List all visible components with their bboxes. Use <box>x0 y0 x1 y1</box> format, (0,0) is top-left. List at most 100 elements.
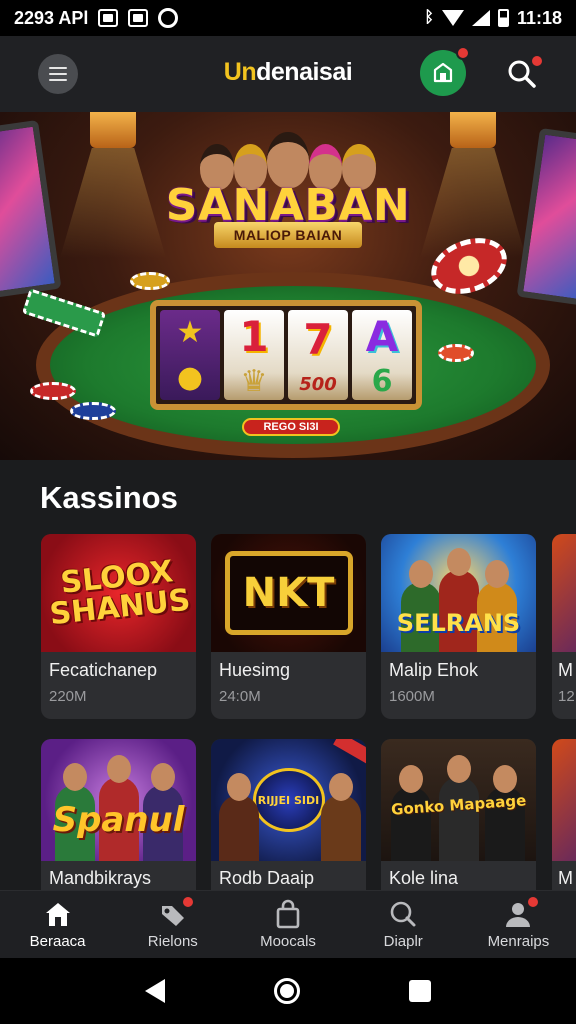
game-card[interactable]: SELRANS Malip Ehok 1600M <box>381 534 536 719</box>
tag-icon <box>157 895 195 929</box>
poker-chip-icon <box>30 382 76 400</box>
nav-label: Rielons <box>147 933 198 950</box>
lamp-icon <box>450 112 496 148</box>
character-figure <box>321 773 361 861</box>
reel: 7 500 <box>288 310 348 400</box>
reel: 1 ♛ <box>224 310 284 400</box>
game-card[interactable]: Gonko Mapaage Kole lina <box>381 739 536 890</box>
brand-prefix: Un <box>223 58 257 86</box>
game-name: Malip Ehok <box>389 660 479 680</box>
status-left: 2293 APl <box>14 7 179 29</box>
section-title: Kassinos <box>40 480 178 515</box>
status-right: ᛒ 11:18 <box>424 8 562 29</box>
corner-ribbon <box>333 739 366 765</box>
nav-label: Moocals <box>260 933 316 950</box>
game-card-peek[interactable]: M <box>552 739 576 890</box>
home-button-icon[interactable] <box>273 978 300 1004</box>
app-logo[interactable]: Undenaisai <box>0 58 576 87</box>
game-meta: 24:0M <box>219 688 261 705</box>
nav-badge <box>526 895 541 909</box>
nav-item-search[interactable]: Diaplr <box>346 891 461 958</box>
search-icon <box>387 899 419 929</box>
game-art: Spanul <box>41 739 196 861</box>
poker-chip-icon <box>130 272 170 290</box>
status-bar: 2293 APl ᛒ 11:18 <box>0 0 576 36</box>
lamp-icon <box>90 112 136 148</box>
profile-icon <box>502 895 541 929</box>
reel-symbol: 1 <box>239 311 269 361</box>
nav-label: Menraips <box>487 933 550 950</box>
bottom-nav: Beraaca Rielons Moocals Diaplr Menraips <box>0 890 576 958</box>
reel: ★ ● <box>160 310 220 400</box>
game-art <box>552 534 576 652</box>
hero-subtitle: MALIOP BAIAN <box>214 222 362 248</box>
back-icon[interactable] <box>144 979 165 1003</box>
recent-apps-icon[interactable] <box>409 980 432 1002</box>
search-badge <box>530 54 544 68</box>
game-name: Rodb Daaip <box>219 868 315 888</box>
bluetooth-icon: ᛒ <box>424 9 434 26</box>
notification-icon <box>98 9 119 27</box>
reel-symbol: A <box>365 311 399 361</box>
status-text: 2293 APl <box>14 7 89 28</box>
game-art: RIJJEI SIDI <box>211 739 366 861</box>
game-card[interactable]: NKT Huesimg 24:0M <box>211 534 366 719</box>
sync-icon <box>158 8 179 28</box>
character-figure <box>439 755 479 861</box>
shopping-bag-icon <box>272 899 304 929</box>
game-name: M <box>558 660 573 680</box>
brand-name: denaisai <box>256 58 353 86</box>
six-symbol-icon: 6 <box>371 363 393 399</box>
gallery-icon <box>128 9 149 27</box>
game-art-title: NKT <box>242 570 335 616</box>
game-art-title: Spanul <box>52 800 185 840</box>
game-art <box>552 739 576 861</box>
game-meta: 220M <box>49 688 87 705</box>
nav-item-home[interactable]: Beraaca <box>0 891 115 958</box>
game-card[interactable]: RIJJEI SIDI Rodb Daaip <box>211 739 366 890</box>
game-art: SELRANS <box>381 534 536 652</box>
hero-banner[interactable]: SANABAN MALIOP BAIAN ★ ● 1 ♛ 7 500 A 6 R… <box>0 112 576 460</box>
game-card[interactable]: SLOOX SHANUS Fecatichanep 220M <box>41 534 196 719</box>
coin-symbol-icon: ● <box>176 360 204 395</box>
home-icon <box>42 899 74 929</box>
marquee-frame: NKT <box>224 551 353 635</box>
game-art-title: RIJJEI SIDI <box>257 793 320 807</box>
crown-symbol-icon: ♛ <box>240 363 268 399</box>
nav-item-shop[interactable]: Moocals <box>230 891 345 958</box>
reel: A 6 <box>352 310 412 400</box>
game-art: Gonko Mapaage <box>381 739 536 861</box>
hero-plate: REGO SI3I <box>242 418 340 436</box>
store-button[interactable] <box>420 46 470 96</box>
game-name: Kole lina <box>389 868 459 888</box>
nav-item-promotions[interactable]: Rielons <box>115 891 230 958</box>
nav-badge <box>180 895 195 909</box>
reel-symbol: 7 <box>303 315 333 364</box>
game-card[interactable]: Spanul Mandbikrays <box>41 739 196 890</box>
game-meta: 12 <box>558 688 575 705</box>
character-figure <box>219 773 259 861</box>
app-header: Undenaisai <box>0 36 576 112</box>
battery-icon <box>497 9 509 27</box>
game-art: SLOOX SHANUS <box>41 534 196 652</box>
poker-chip-icon <box>70 402 116 420</box>
status-time: 11:18 <box>516 7 562 28</box>
search-button[interactable] <box>500 52 544 96</box>
system-nav-bar <box>0 958 576 1024</box>
game-name: Huesimg <box>219 660 291 680</box>
game-name: M <box>558 868 573 888</box>
star-symbol-icon: ★ <box>176 315 204 350</box>
nav-label: Beraaca <box>29 933 86 950</box>
game-name: Fecatichanep <box>49 660 158 680</box>
nav-item-profile[interactable]: Menraips <box>461 891 576 958</box>
game-name: Mandbikrays <box>49 868 152 888</box>
store-badge <box>456 46 470 60</box>
signal-icon <box>471 10 490 26</box>
game-card-peek[interactable]: M 12 <box>552 534 576 719</box>
game-meta: 1600M <box>389 688 435 705</box>
game-art-title: SLOOX SHANUS <box>48 554 192 633</box>
prize-orb: RIJJEI SIDI <box>252 768 325 832</box>
reel-value: 500 <box>299 374 337 395</box>
poker-chip-icon <box>438 344 474 362</box>
store-icon <box>433 62 453 83</box>
